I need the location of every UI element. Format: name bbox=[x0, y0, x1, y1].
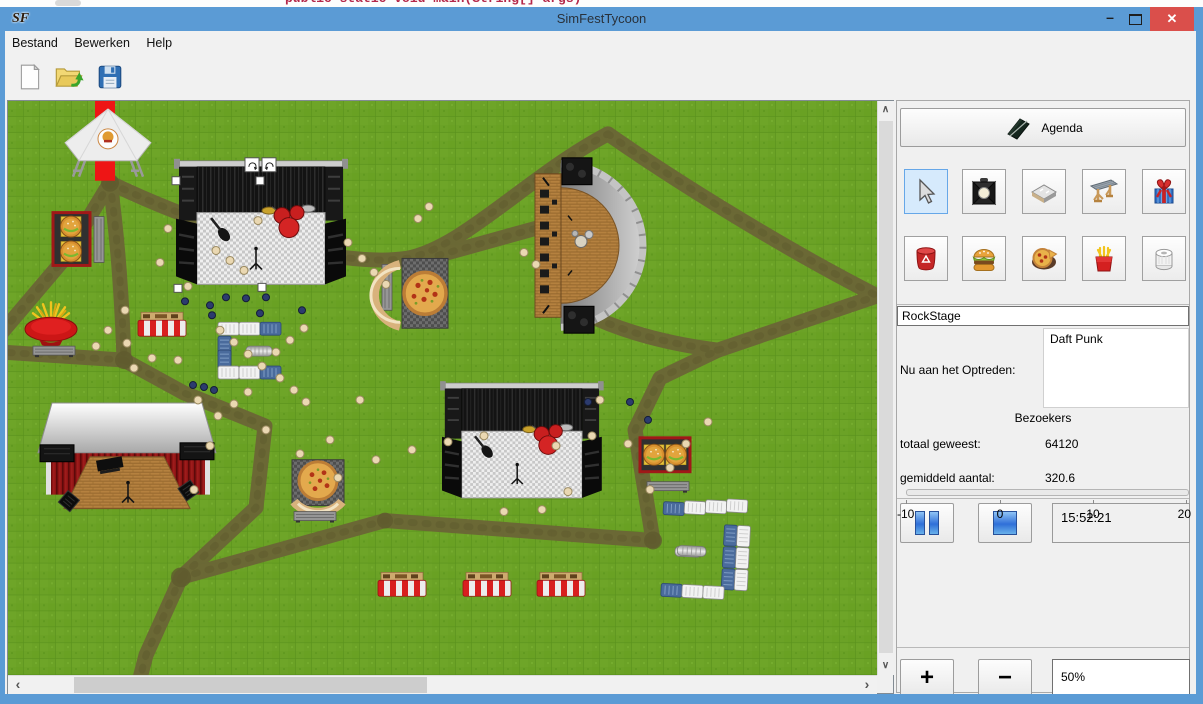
menu-bar: Bestand Bewerken Help bbox=[0, 31, 1203, 56]
now-performing-box: Daft Punk bbox=[1043, 328, 1189, 408]
separator bbox=[897, 647, 1189, 648]
striped-stand[interactable] bbox=[138, 312, 186, 336]
stage-platform-icon bbox=[1029, 177, 1059, 207]
tool-stage-platform[interactable] bbox=[1022, 169, 1066, 214]
tool-select-cursor[interactable] bbox=[904, 169, 948, 214]
burger-table[interactable] bbox=[53, 213, 90, 266]
menu-bestand[interactable]: Bestand bbox=[12, 36, 58, 50]
vertical-scrollbar[interactable]: ∧ ∨ bbox=[877, 101, 894, 675]
slider-tick bbox=[1186, 500, 1187, 504]
main-stage-center[interactable] bbox=[440, 381, 604, 498]
new-file-button[interactable] bbox=[10, 60, 44, 96]
scroll-left-arrow[interactable]: ‹ bbox=[8, 676, 28, 693]
open-file-button[interactable] bbox=[48, 60, 82, 96]
map-area: ∧ ∨ ‹ › bbox=[7, 100, 894, 694]
agenda-label: Agenda bbox=[1041, 121, 1082, 135]
striped-stand-bottom-3[interactable] bbox=[537, 572, 585, 596]
slider-tick bbox=[906, 500, 907, 504]
total-visitors-label: totaal geweest: bbox=[900, 437, 981, 451]
window-border-left bbox=[0, 31, 5, 694]
spotlight-icon bbox=[969, 177, 999, 207]
map-canvas[interactable] bbox=[8, 101, 877, 675]
bench[interactable] bbox=[33, 346, 75, 357]
scroll-up-arrow[interactable]: ∧ bbox=[878, 101, 893, 119]
tool-bar bbox=[0, 56, 1203, 100]
window-title: SimFestTycoon bbox=[0, 11, 1203, 26]
wooden-shelter-icon bbox=[1089, 177, 1119, 207]
separator bbox=[897, 498, 1189, 499]
clock-field: 15:52:21 bbox=[1052, 503, 1190, 543]
trash-bin-icon bbox=[911, 244, 941, 274]
fries-icon bbox=[1089, 244, 1119, 274]
window-border-bottom bbox=[0, 694, 1203, 704]
now-performing-value: Daft Punk bbox=[1044, 329, 1188, 349]
burger-icon bbox=[969, 244, 999, 274]
toilet-roll-icon bbox=[1149, 244, 1179, 274]
background-code-line: public static void main(String[] args) bbox=[285, 0, 581, 6]
agenda-button[interactable]: Agenda bbox=[900, 108, 1186, 147]
open-file-icon bbox=[54, 62, 84, 92]
pizza-stand-small[interactable] bbox=[292, 460, 344, 523]
average-visitors-value: 320.6 bbox=[1045, 471, 1075, 485]
gift-icon bbox=[1149, 177, 1179, 207]
scroll-down-arrow[interactable]: ∨ bbox=[878, 657, 893, 675]
zoom-in-button[interactable]: + bbox=[900, 659, 954, 697]
maximize-button[interactable] bbox=[1129, 14, 1142, 25]
separator bbox=[897, 304, 1189, 305]
average-visitors-label: gemiddeld aantal: bbox=[900, 471, 995, 485]
tool-gift[interactable] bbox=[1142, 169, 1186, 214]
scroll-right-arrow[interactable]: › bbox=[857, 676, 877, 693]
tool-wooden-shelter[interactable] bbox=[1082, 169, 1126, 214]
agenda-book-icon bbox=[1003, 115, 1033, 141]
horizontal-scroll-thumb[interactable] bbox=[74, 677, 427, 693]
slider-label-min: -10 bbox=[897, 507, 921, 521]
now-performing-label: Nu aan het Optreden: bbox=[900, 363, 1015, 377]
slider-tick bbox=[1000, 500, 1001, 504]
app-window: SF SimFestTycoon – ✕ Bestand Bewerken He… bbox=[0, 7, 1203, 704]
tool-fries-stand[interactable] bbox=[1082, 236, 1126, 281]
new-file-icon bbox=[16, 62, 44, 92]
tool-pizza-stand[interactable] bbox=[1022, 236, 1066, 281]
striped-stand-bottom-1[interactable] bbox=[378, 572, 426, 596]
zoom-level-field[interactable]: 50% bbox=[1052, 659, 1190, 697]
clock-value: 15:52:21 bbox=[1053, 504, 1189, 531]
horizontal-scrollbar[interactable]: ‹ › bbox=[8, 675, 877, 694]
bench[interactable] bbox=[94, 217, 104, 263]
save-file-icon bbox=[96, 62, 124, 92]
save-file-button[interactable] bbox=[90, 60, 124, 96]
slider-label-10: 10 bbox=[1083, 507, 1103, 521]
tool-burger-stand[interactable] bbox=[962, 236, 1006, 281]
pizza-stand-large[interactable] bbox=[371, 258, 448, 328]
total-visitors-value: 64120 bbox=[1045, 437, 1078, 451]
tool-trash-bin[interactable] bbox=[904, 236, 948, 281]
red-barn-stage[interactable] bbox=[38, 403, 216, 512]
screen: public static void main(String[] args) S… bbox=[0, 0, 1203, 704]
window-border-right bbox=[1196, 31, 1203, 694]
cursor-icon bbox=[911, 177, 941, 207]
menu-bewerken[interactable]: Bewerken bbox=[74, 36, 130, 50]
zoom-out-button[interactable]: − bbox=[978, 659, 1032, 697]
speed-slider-track[interactable] bbox=[906, 489, 1189, 496]
visitors-header: Bezoekers bbox=[897, 411, 1189, 425]
slider-label-0: 0 bbox=[992, 507, 1008, 521]
background-ide-gutter-icon bbox=[55, 0, 81, 6]
zoom-level-value: 50% bbox=[1053, 660, 1189, 684]
slider-label-20: 20 bbox=[1171, 507, 1191, 521]
pause-icon bbox=[929, 511, 939, 535]
title-bar[interactable]: SF SimFestTycoon – ✕ bbox=[0, 7, 1203, 32]
close-button[interactable]: ✕ bbox=[1150, 7, 1194, 31]
tool-spotlight[interactable] bbox=[962, 169, 1006, 214]
pizza-icon bbox=[1029, 244, 1059, 274]
striped-stand-bottom-2[interactable] bbox=[463, 572, 511, 596]
beer-keg[interactable] bbox=[675, 545, 706, 558]
vertical-scroll-thumb[interactable] bbox=[879, 121, 893, 653]
minimize-button[interactable]: – bbox=[1097, 7, 1123, 31]
slider-tick bbox=[1093, 500, 1094, 504]
menu-help[interactable]: Help bbox=[146, 36, 172, 50]
stage-name-input[interactable] bbox=[897, 306, 1189, 326]
tool-toilet-roll[interactable] bbox=[1142, 236, 1186, 281]
control-panel: Agenda bbox=[896, 100, 1190, 693]
